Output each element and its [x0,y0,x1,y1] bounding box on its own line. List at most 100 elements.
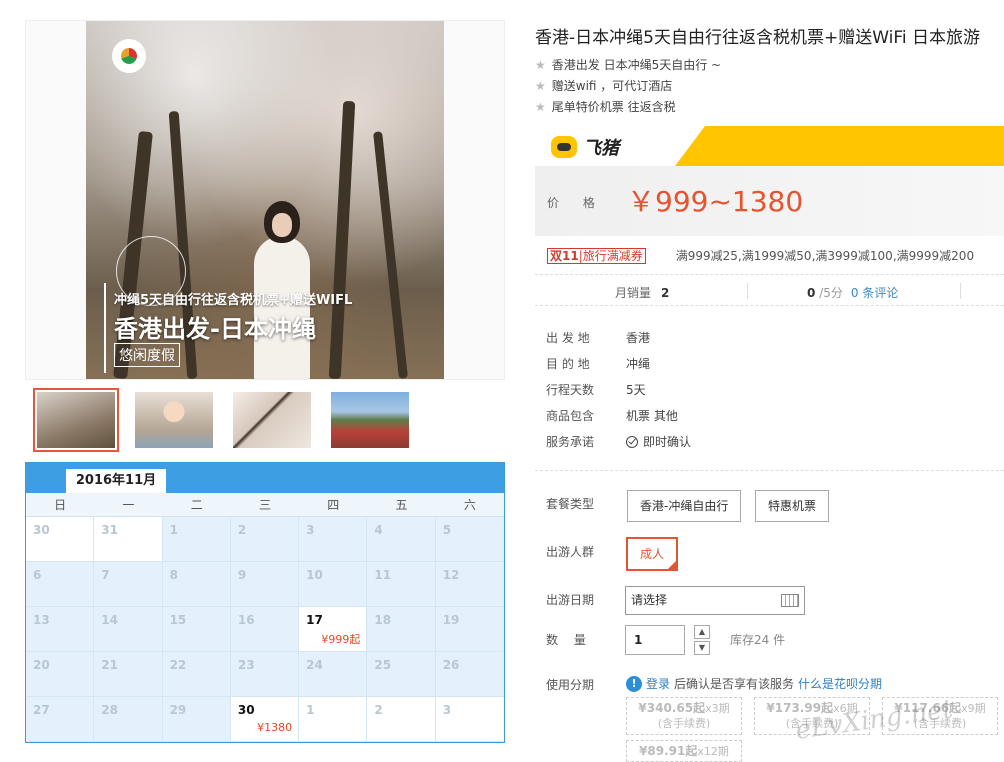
calendar-day-number: 19 [442,613,460,627]
calendar-day: 14 [94,607,163,652]
highlight-item: ★ 赠送wifi ，可代订酒店 [535,78,673,94]
star-icon: ★ [535,57,546,72]
thumbnail-2[interactable] [131,388,217,452]
calendar-month: 2016年11月 [66,469,166,493]
calendar-day: 30 [26,517,95,562]
login-link[interactable]: 登录 [646,675,670,692]
highlight-item: ★ 香港出发 日本冲绳5天自由行 ~ [535,57,722,73]
calendar-day: 1 [162,517,231,562]
info-icon: ! [626,675,642,692]
rating: 0 /5分 0 条评论 [807,286,899,300]
calendar-day: 18 [367,607,436,652]
installment-label: 使用分期 [546,678,595,692]
monthly-sales: 月销量 2 [615,286,670,300]
stats-bar: 月销量 2 0 /5分 0 条评论 [535,274,1004,306]
weekday-label: 五 [395,498,408,512]
calendar-day: 10 [299,562,368,607]
calendar-day: 19 [435,607,504,652]
calendar-day: 2 [367,697,436,742]
product-title: 香港-日本冲绳5天自由行往返含税机票+赠送WiFi 日本旅游 [535,28,981,48]
cherry-blossom-photo: 冲绳5天自由行往返含税机票+赠送WIFL 香港出发-日本冲绳 悠闲度假 [86,21,444,379]
calendar-day[interactable]: 17 ¥999起 [299,607,368,652]
fliggy-banner: 飞猪 [535,126,1004,166]
price-box: 价 格 ￥999~1380 [535,166,1004,236]
calendar-day: 2 [230,517,300,562]
package-option-2[interactable]: 特惠机票 [755,490,830,522]
calendar-day: 1 [299,697,368,742]
highlight-item: ★ 尾单特价机票 往返含税 [535,99,676,115]
calendar-day-number: 28 [101,703,118,717]
installment-option-3[interactable]: ¥340.65起x3期 (含手续费) [626,697,742,735]
calendar-day-number: 5 [442,523,452,537]
quantity-down-button[interactable]: ▼ [694,641,710,655]
date-label: 出游日期 [546,593,595,607]
image-title: 香港出发-日本冲绳 [114,315,316,343]
calendar-day-number: 17 [306,613,323,627]
calendar-day-number: 4 [374,523,383,537]
calendar-weekday-row: 日一二三四五六 [26,493,504,517]
calendar-day-number: 16 [237,613,255,627]
calendar-day-number: 1 [306,703,315,717]
calendar-day: 12 [435,562,504,607]
divider [535,470,1004,471]
calendar-day-number: 6 [33,568,42,582]
main-product-image[interactable]: 冲绳5天自由行往返含税机票+赠送WIFL 香港出发-日本冲绳 悠闲度假 [25,20,505,380]
info-days: 行程天数 5天 [546,383,646,397]
reviews-link[interactable]: 0 条评论 [851,286,898,300]
weekday-label: 二 [190,498,203,512]
calendar-day-number: 23 [237,658,255,672]
calendar-day-price: ¥1380 [257,721,293,734]
calendar-day-number: 14 [101,613,118,627]
quantity-up-button[interactable]: ▲ [694,625,710,639]
installment-info: ! 登录 后确认是否享有该服务 什么是花呗分期 [626,675,882,692]
fliggy-logo: 飞猪 [551,134,619,160]
promo-text: 满999减25,满1999减50,满3999减100,满9999减200 [675,249,975,263]
calendar-day: 5 [435,517,504,562]
weekday-label: 三 [258,498,271,512]
quantity-input[interactable]: 1 [625,625,685,655]
calendar-day-number: 12 [442,568,460,582]
calendar-day: 13 [26,607,95,652]
calendar-day-number: 8 [169,568,178,582]
thumbnail-3[interactable] [229,388,315,452]
calendar-day-number: 24 [306,658,323,672]
calendar-day: 4 [367,517,436,562]
calendar-day-number: 18 [374,613,392,627]
calendar-day: 9 [230,562,300,607]
calendar-day: 25 [367,652,436,697]
thumbnail-strip [33,388,413,454]
thumbnail-1[interactable] [33,388,119,452]
info-service: 服务承诺 即时确认 [546,435,692,449]
date-select[interactable]: 请选择 [625,586,805,615]
traveler-option-adult[interactable]: 成人 [626,537,679,571]
weekday-label: 一 [122,498,135,512]
calendar-day-number: 2 [237,523,247,537]
calendar-day[interactable]: 30 ¥1380 [230,697,300,742]
info-departure: 出 发 地香港 [546,331,651,345]
calendar-day: 27 [26,697,95,742]
promo-badge[interactable]: 双11|旅行满减券 [547,247,646,264]
calendar-day-number: 25 [374,658,392,672]
traveler-label: 出游人群 [546,545,595,559]
calendar-day-number: 20 [33,658,50,672]
installment-option-12[interactable]: ¥89.91起x12期 [626,740,742,762]
calendar-day: 31 [94,517,163,562]
date-calendar: 2016年11月 日一二三四五六 30 31 1 2 3 4 5 6 7 8 9 10 11 12 13 14… [25,462,505,743]
info-includes: 商品包含 机票 其他 [546,409,678,423]
calendar-day: 29 [162,697,231,742]
calendar-day-number: 1 [169,523,178,537]
calendar-day-number: 30 [237,703,255,717]
promo-row: 双11|旅行满减券 满999减25,满1999减50,满3999减100,满99… [547,247,974,264]
calendar-day: 8 [162,562,231,607]
calendar-icon[interactable] [781,594,799,607]
calendar-day: 20 [26,652,95,697]
package-option-1[interactable]: 香港-冲绳自由行 [627,490,742,522]
image-tag: 悠闲度假 [114,343,180,367]
star-icon: ★ [535,99,546,114]
star-icon: ★ [535,78,546,93]
installment-help-link[interactable]: 什么是花呗分期 [798,675,882,692]
price-value: ￥999~1380 [627,185,804,218]
calendar-day-number: 13 [33,613,50,627]
thumbnail-4[interactable] [327,388,413,452]
calendar-day-number: 29 [169,703,187,717]
